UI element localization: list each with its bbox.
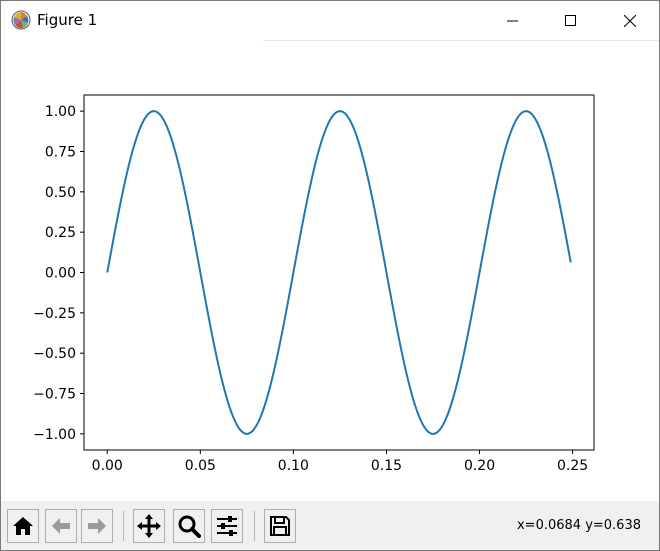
home-icon bbox=[13, 517, 33, 535]
maximize-icon bbox=[565, 14, 576, 26]
y-tick-label: 0.50 bbox=[45, 185, 76, 201]
x-tick-label: 0.00 bbox=[92, 458, 123, 474]
toolbar-separator bbox=[123, 511, 124, 541]
x-tick-label: 0.10 bbox=[278, 458, 309, 474]
y-tick-label: 1.00 bbox=[45, 104, 76, 120]
close-button[interactable] bbox=[601, 1, 659, 40]
toolbar-separator bbox=[254, 511, 255, 541]
title-bar[interactable]: Figure 1 bbox=[1, 1, 659, 40]
save-icon bbox=[270, 516, 290, 536]
figure-canvas[interactable]: 0.00 0.05 0.10 0.15 0.20 0.25 −1.00 −0.75 −0.50 −… bbox=[1, 41, 659, 501]
minimize-icon bbox=[507, 20, 518, 21]
x-tick-label: 0.05 bbox=[185, 458, 216, 474]
y-tick-label: −0.25 bbox=[33, 306, 76, 322]
zoom-icon bbox=[178, 515, 201, 538]
move-icon bbox=[137, 514, 161, 538]
line-chart: 0.00 0.05 0.10 0.15 0.20 0.25 −1.00 −0.75 −0.50 −… bbox=[33, 94, 595, 474]
back-button[interactable] bbox=[45, 509, 77, 543]
x-tick-label: 0.25 bbox=[557, 458, 588, 474]
configure-subplots-button[interactable] bbox=[211, 509, 243, 543]
y-tick-label: −0.75 bbox=[33, 387, 76, 403]
x-tick-label: 0.15 bbox=[371, 458, 402, 474]
save-button[interactable] bbox=[264, 509, 296, 543]
y-tick-label: 0.00 bbox=[45, 266, 76, 282]
arrow-right-icon bbox=[88, 518, 106, 534]
window-title: Figure 1 bbox=[37, 11, 98, 29]
arrow-left-icon bbox=[52, 518, 70, 534]
y-tick-label: −0.50 bbox=[33, 346, 76, 362]
cursor-coordinates: x=0.0684 y=0.638 bbox=[516, 518, 641, 533]
axes-frame bbox=[83, 94, 595, 451]
maximize-button[interactable] bbox=[542, 1, 600, 40]
forward-button[interactable] bbox=[81, 509, 113, 543]
sliders-icon bbox=[217, 516, 237, 536]
zoom-button[interactable] bbox=[173, 509, 205, 543]
y-tick-label: 0.75 bbox=[45, 144, 76, 160]
close-icon bbox=[624, 14, 636, 27]
x-tick-label: 0.20 bbox=[464, 458, 495, 474]
y-tick-label: −1.00 bbox=[33, 427, 76, 443]
matplotlib-logo-icon bbox=[11, 10, 31, 30]
navigation-toolbar: x=0.0684 y=0.638 bbox=[1, 501, 659, 550]
y-tick-label: 0.25 bbox=[45, 225, 76, 241]
minimize-button[interactable] bbox=[484, 1, 542, 40]
home-button[interactable] bbox=[7, 509, 39, 543]
pan-button[interactable] bbox=[133, 509, 165, 543]
figure-window: Figure 1 0.00 0.05 0.10 0.15 0.20 0.25 −1.00 −0… bbox=[0, 0, 660, 551]
